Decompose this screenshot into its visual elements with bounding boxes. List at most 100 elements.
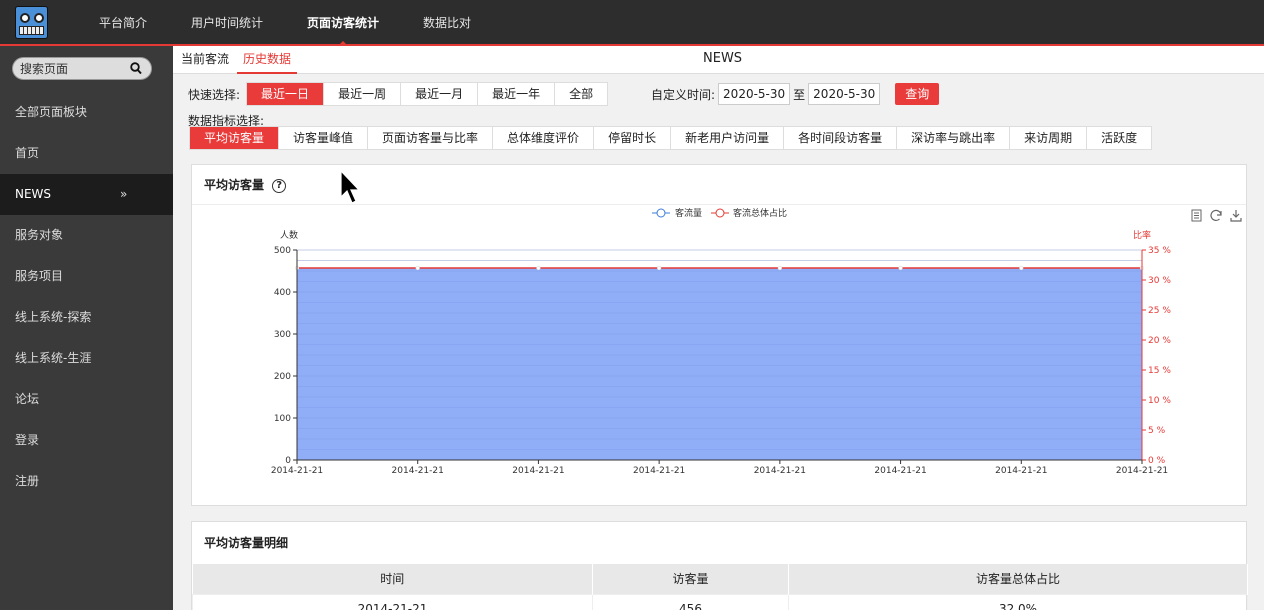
sidebar-item-home[interactable]: 首页 xyxy=(0,133,173,174)
custom-time-label: 自定义时间: xyxy=(651,87,716,102)
nav-item-compare[interactable]: 数据比对 xyxy=(401,0,493,46)
sidebar-item-label: 注册 xyxy=(15,474,40,488)
y2-tick-label: 10 % xyxy=(1148,396,1171,406)
detail-card-title: 平均访客量明细 xyxy=(204,536,289,550)
series-point-ratio xyxy=(657,265,662,271)
cell-visitors: 456 xyxy=(592,593,789,610)
quick-option-all[interactable]: 全部 xyxy=(555,83,607,105)
metric-time-slot-visitors[interactable]: 各时间段访客量 xyxy=(784,127,898,149)
legend-label-visitors: 客流量 xyxy=(675,207,702,219)
metric-dwell-time[interactable]: 停留时长 xyxy=(594,127,672,149)
chart-card: 平均访客量 ? 0 100 200 300 400 500 0 % 5 % 10 % 15 % 20… xyxy=(191,164,1247,506)
search-icon[interactable] xyxy=(130,62,142,75)
metric-overall-rating[interactable]: 总体维度评价 xyxy=(493,127,595,149)
custom-date-range: 自定义时间: 2020-5-30 至 2020-5-30 查询 xyxy=(651,82,940,106)
sidebar-item-forum[interactable]: 论坛 xyxy=(0,379,173,420)
table-header-row: 时间 访客量 访客量总体占比 xyxy=(192,564,1248,594)
quick-option-last-day[interactable]: 最近一日 xyxy=(247,83,325,105)
sidebar-item-login[interactable]: 登录 xyxy=(0,420,173,461)
quick-option-last-month[interactable]: 最近一月 xyxy=(401,83,479,105)
quick-option-last-week[interactable]: 最近一周 xyxy=(324,83,402,105)
sidebar-item-label: 线上系统-生涯 xyxy=(15,351,92,365)
legend-marker-ratio xyxy=(715,208,725,218)
x-tick-label: 2014-21-21 xyxy=(874,466,926,476)
series-point-ratio xyxy=(415,265,420,271)
y-tick-label: 300 xyxy=(274,330,291,340)
metric-visit-cycle[interactable]: 来访周期 xyxy=(1010,127,1088,149)
x-tick-label: 2014-21-21 xyxy=(633,466,685,476)
top-nav-bar: 平台简介 用户时间统计 页面访客统计 数据比对 xyxy=(0,0,1264,46)
mouse-cursor-icon xyxy=(340,170,361,204)
detail-table: 时间 访客量 访客量总体占比 2014-21-21 456 32.0% xyxy=(192,564,1248,610)
sidebar-item-news[interactable]: NEWS » xyxy=(0,174,173,215)
chevron-right-icon: » xyxy=(120,187,128,201)
y2-tick-label: 20 % xyxy=(1148,336,1171,346)
sidebar-item-all-pages[interactable]: 全部页面板块 xyxy=(0,92,173,133)
y2-tick-label: 35 % xyxy=(1148,246,1171,256)
x-tick-label: 2014-21-21 xyxy=(271,466,323,476)
metric-depth-bounce[interactable]: 深访率与跳出率 xyxy=(897,127,1011,149)
y-tick-label: 400 xyxy=(274,288,291,298)
y-axis-label: 人数 xyxy=(280,229,298,241)
legend-label-ratio: 客流总体占比 xyxy=(733,207,787,219)
nav-item-user-time[interactable]: 用户时间统计 xyxy=(169,0,285,46)
y2-tick-label: 5 % xyxy=(1148,426,1166,436)
metric-select-group: 平均访客量 访客量峰值 页面访客量与比率 总体维度评价 停留时长 新老用户访问量… xyxy=(189,126,1153,150)
download-icon[interactable] xyxy=(1230,210,1242,222)
query-button[interactable]: 查询 xyxy=(895,83,940,105)
logo-eye-left xyxy=(20,13,30,23)
cell-time: 2014-21-21 xyxy=(192,593,593,610)
x-tick-label: 2014-21-21 xyxy=(1116,466,1168,476)
sidebar-item-label: 服务对象 xyxy=(15,228,64,242)
sidebar-item-register[interactable]: 注册 xyxy=(0,461,173,502)
logo[interactable] xyxy=(15,6,48,39)
date-from-field[interactable]: 2020-5-30 xyxy=(718,83,791,105)
sub-tabs: 当前客流 历史数据 NEWS xyxy=(173,46,1264,74)
legend-marker-visitors xyxy=(656,208,666,218)
quick-select: 快速选择: 最近一日 最近一周 最近一月 最近一年 全部 xyxy=(188,82,609,106)
data-view-icon[interactable] xyxy=(1191,209,1202,222)
quick-option-last-year[interactable]: 最近一年 xyxy=(478,83,556,105)
nav-item-intro[interactable]: 平台简介 xyxy=(77,0,169,46)
column-header-time: 时间 xyxy=(192,564,593,594)
sidebar-item-label: 论坛 xyxy=(15,392,40,406)
sidebar-item-label: 全部页面板块 xyxy=(15,105,88,119)
table-row: 2014-21-21 456 32.0% xyxy=(192,593,1248,610)
metric-peak-visitors[interactable]: 访客量峰值 xyxy=(279,127,369,149)
metric-page-visitors-ratio[interactable]: 页面访客量与比率 xyxy=(368,127,494,149)
date-to-field[interactable]: 2020-5-30 xyxy=(808,83,881,105)
sidebar-item-label: 线上系统-探索 xyxy=(15,310,92,324)
quick-select-label: 快速选择: xyxy=(188,87,241,102)
sidebar-menu: 全部页面板块 首页 NEWS » 服务对象 服务项目 线上系统-探索 线上系统-生… xyxy=(0,92,173,502)
nav-item-page-visitors[interactable]: 页面访客统计 xyxy=(285,0,401,46)
sidebar-item-online-explore[interactable]: 线上系统-探索 xyxy=(0,297,173,338)
help-icon[interactable]: ? xyxy=(272,178,287,193)
tab-history-data[interactable]: 历史数据 xyxy=(237,46,298,74)
series-area-visitors xyxy=(297,268,1142,460)
sidebar-item-service-target[interactable]: 服务对象 xyxy=(0,215,173,256)
y-tick-label: 100 xyxy=(274,414,291,424)
main-content: 当前客流 历史数据 NEWS 快速选择: 最近一日 最近一周 最近一月 最近一年… xyxy=(173,46,1264,610)
y-tick-label: 0 xyxy=(285,456,291,466)
sidebar-item-label: NEWS xyxy=(15,187,52,201)
column-header-ratio: 访客量总体占比 xyxy=(788,564,1248,594)
logo-eye-right xyxy=(34,13,44,23)
tab-current-traffic[interactable]: 当前客流 xyxy=(175,46,235,74)
sidebar-item-service-projects[interactable]: 服务项目 xyxy=(0,256,173,297)
y2-tick-label: 25 % xyxy=(1148,306,1171,316)
series-point-ratio xyxy=(1019,265,1024,271)
y2-tick-label: 0 % xyxy=(1148,456,1166,466)
sidebar-item-online-career[interactable]: 线上系统-生涯 xyxy=(0,338,173,379)
avg-visitors-chart: 0 100 200 300 400 500 0 % 5 % 10 % 15 % 20 % 25 % 30… xyxy=(271,207,1242,476)
refresh-icon[interactable] xyxy=(1210,209,1222,222)
metric-new-returning[interactable]: 新老用户访问量 xyxy=(671,127,785,149)
metric-activity[interactable]: 活跃度 xyxy=(1087,127,1151,149)
metric-avg-visitors[interactable]: 平均访客量 xyxy=(190,127,280,149)
y-tick-label: 200 xyxy=(274,372,291,382)
column-header-visitors: 访客量 xyxy=(592,564,789,594)
sidebar-item-label: 服务项目 xyxy=(15,269,64,283)
cell-ratio: 32.0% xyxy=(788,593,1248,610)
search-input[interactable] xyxy=(20,61,125,77)
series-point-ratio xyxy=(777,265,782,271)
logo-keyboard xyxy=(19,26,44,35)
